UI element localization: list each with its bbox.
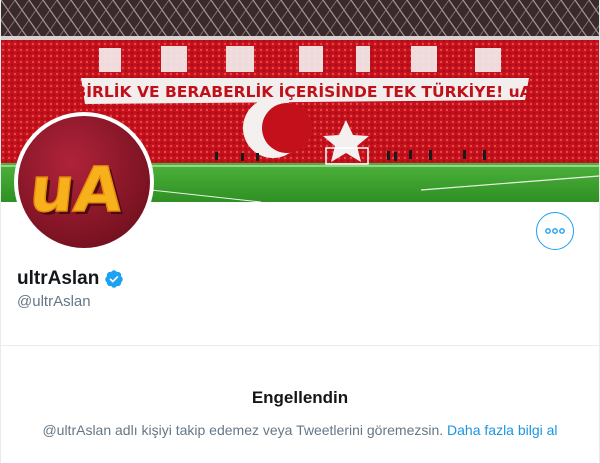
blocked-message: @ultrAslan adlı kişiyi takip edemez veya… xyxy=(1,422,599,438)
blocked-message-text: @ultrAslan adlı kişiyi takip edemez veya… xyxy=(42,422,444,438)
svg-text:uA: uA xyxy=(26,153,126,226)
more-options-button[interactable] xyxy=(536,212,574,250)
display-name-row: ultrAslan xyxy=(17,268,124,290)
display-name: ultrAslan xyxy=(17,268,100,289)
more-options-icon xyxy=(545,228,565,234)
banner-slogan: BİRLİK VE BERABERLİK İÇERİSİNDE TEK TÜRK… xyxy=(74,78,532,104)
avatar-image: uA uA xyxy=(18,116,150,248)
learn-more-link[interactable]: Daha fazla bilgi al xyxy=(447,422,558,438)
profile-page: BİRLİK VE BERABERLİK İÇERİSİNDE TEK TÜRK… xyxy=(0,0,600,463)
verified-badge-icon xyxy=(104,269,124,289)
profile-handle: @ultrAslan xyxy=(17,293,91,310)
ua-logo-icon: uA uA xyxy=(18,116,150,248)
blocked-title: Engellendin xyxy=(251,388,349,407)
svg-text:BİRLİK VE BERABERLİK İÇERİSİND: BİRLİK VE BERABERLİK İÇERİSİNDE TEK TÜRK… xyxy=(74,82,531,101)
profile-avatar[interactable]: uA uA xyxy=(14,112,154,252)
divider xyxy=(1,345,599,346)
